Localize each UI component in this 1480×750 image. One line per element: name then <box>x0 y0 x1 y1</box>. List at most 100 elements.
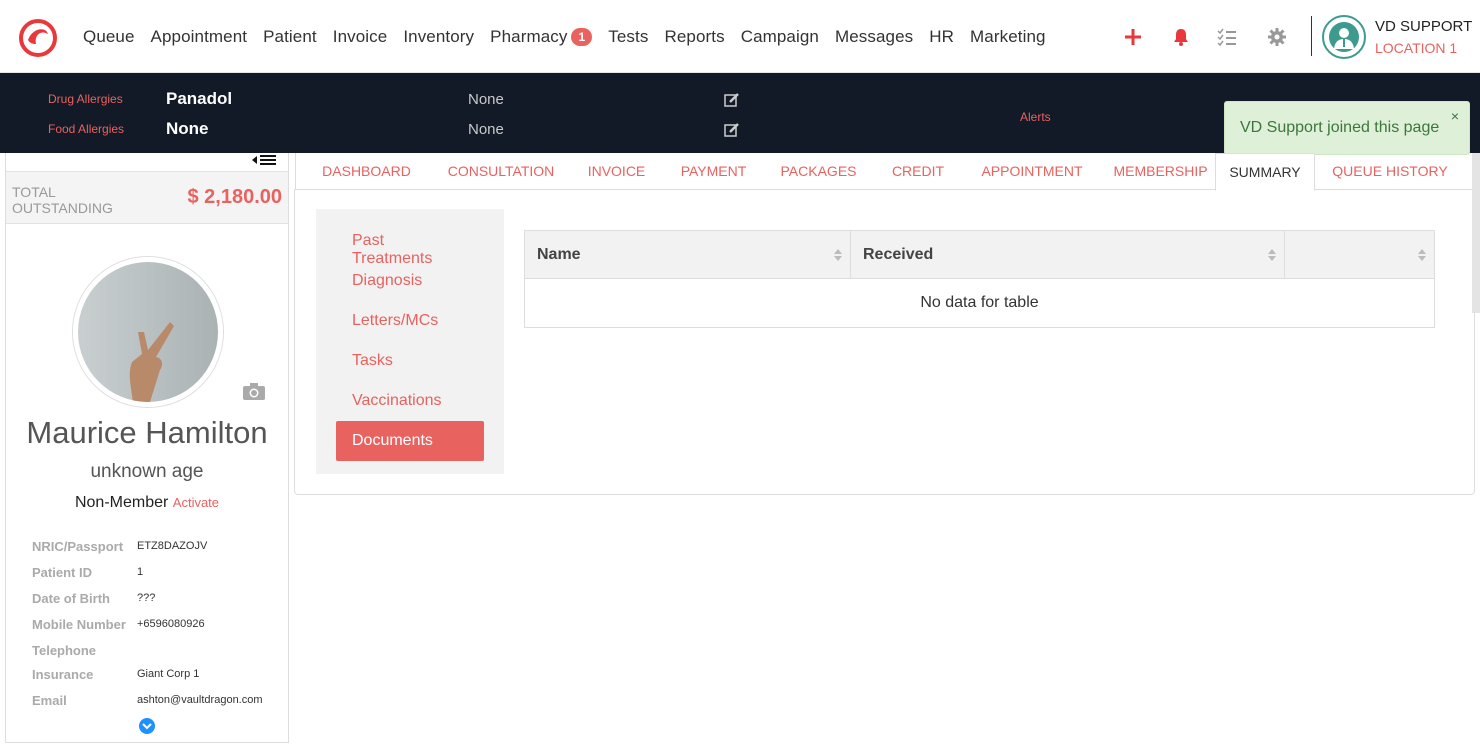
documents-table: Name Received No data for table <box>524 230 1435 328</box>
drug-allergies-label: Drug Allergies <box>48 92 123 106</box>
edit-icon[interactable] <box>724 92 740 108</box>
tab-membership[interactable]: MEMBERSHIP <box>1106 153 1215 190</box>
nav-pharmacy[interactable]: Pharmacy 1 <box>482 27 600 47</box>
doctor-icon <box>1329 22 1359 52</box>
patient-tabs: DASHBOARD CONSULTATION INVOICE PAYMENT PACKA… <box>295 153 1475 191</box>
column-header-received[interactable]: Received <box>851 231 1285 279</box>
nav-tests[interactable]: Tests <box>600 27 656 47</box>
camera-icon[interactable] <box>242 381 266 401</box>
food-allergies-note: None <box>468 121 504 138</box>
user-location[interactable]: LOCATION 1 <box>1375 40 1457 56</box>
tab-payment[interactable]: PAYMENT <box>668 153 759 190</box>
info-row: Telephone <box>32 643 282 667</box>
summary-subnav: Past Treatments Diagnosis Letters/MCs Tasks… <box>316 209 504 474</box>
alerts-label: Alerts <box>1020 110 1051 124</box>
info-row: Mobile Number +6596080926 <box>32 617 282 643</box>
info-label: Email <box>32 693 67 708</box>
logo-icon[interactable] <box>18 18 58 58</box>
collapse-sidebar-icon[interactable] <box>252 153 276 167</box>
tab-credit[interactable]: CREDIT <box>878 153 958 190</box>
top-navbar: Queue Appointment Patient Invoice Inventory P… <box>0 0 1480 73</box>
patient-age: unknown age <box>90 461 204 482</box>
user-avatar[interactable] <box>1322 15 1366 59</box>
info-label: Mobile Number <box>32 617 126 632</box>
food-allergies-label: Food Allergies <box>48 122 125 136</box>
activate-link[interactable]: Activate <box>173 495 219 510</box>
nav-patient[interactable]: Patient <box>255 27 325 47</box>
drug-allergies-note: None <box>468 91 504 108</box>
add-icon[interactable] <box>1122 26 1144 48</box>
info-label: NRIC/Passport <box>32 539 124 554</box>
gear-icon[interactable] <box>1266 26 1288 48</box>
patient-sidebar: TOTAL OUTSTANDING $ 2,180.00 Maurice Ham… <box>5 153 289 743</box>
outstanding-value: $ 2,180.00 <box>187 186 282 208</box>
empty-table-message: No data for table <box>920 294 1039 311</box>
subnav-documents[interactable]: Documents <box>336 421 484 461</box>
subnav-vaccinations[interactable]: Vaccinations <box>336 381 484 421</box>
drug-allergies-value: Panadol <box>166 89 233 108</box>
food-allergies-value: None <box>166 119 209 138</box>
info-label: Date of Birth <box>32 591 110 606</box>
tab-appointment[interactable]: APPOINTMENT <box>958 153 1106 190</box>
sort-icon[interactable] <box>1418 249 1426 261</box>
column-header-actions[interactable] <box>1285 231 1434 279</box>
nav-invoice[interactable]: Invoice <box>325 27 396 47</box>
nav-inventory[interactable]: Inventory <box>395 27 482 47</box>
info-row: Date of Birth??? <box>32 591 282 617</box>
close-icon[interactable]: × <box>1451 108 1459 124</box>
membership-label: Non-Member <box>74 494 169 511</box>
summary-panel: Past Treatments Diagnosis Letters/MCs Tasks… <box>294 189 1475 495</box>
subnav-letters-mcs[interactable]: Letters/MCs <box>336 301 484 341</box>
subnav-past-treatments[interactable]: Past Treatments <box>336 221 484 267</box>
subnav-diagnosis[interactable]: Diagnosis <box>336 261 484 301</box>
tab-summary[interactable]: SUMMARY <box>1215 153 1315 191</box>
tab-queue-history[interactable]: QUEUE HISTORY <box>1315 153 1465 190</box>
info-value: ETZ8DAZOJV <box>137 540 208 552</box>
nav-marketing[interactable]: Marketing <box>962 27 1054 47</box>
tab-invoice[interactable]: INVOICE <box>565 153 668 190</box>
tab-packages[interactable]: PACKAGES <box>759 153 878 190</box>
bell-icon[interactable] <box>1170 26 1192 48</box>
notification-toast: VD Support joined this page × <box>1224 101 1470 155</box>
info-value: 1 <box>137 566 144 578</box>
info-row: NRIC/Passport ETZ8DAZOJV <box>32 539 282 565</box>
sort-icon[interactable] <box>834 249 842 261</box>
patient-name: Maurice Hamilton <box>26 415 268 450</box>
info-label: Patient ID <box>32 565 92 580</box>
scrollbar[interactable] <box>1472 153 1480 313</box>
column-header-name[interactable]: Name <box>525 231 851 279</box>
info-value: ashton@vaultdragon.com <box>137 694 263 706</box>
patient-info-list: NRIC/Passport ETZ8DAZOJV Patient ID 1 Date o… <box>32 539 282 719</box>
info-value: +6596080926 <box>137 618 205 630</box>
total-outstanding: TOTAL OUTSTANDING $ 2,180.00 <box>6 171 288 224</box>
nav-messages[interactable]: Messages <box>827 27 921 47</box>
expand-more-icon[interactable] <box>139 718 155 734</box>
tab-consultation[interactable]: CONSULTATION <box>437 153 565 190</box>
nav-appointment[interactable]: Appointment <box>143 27 256 47</box>
info-value: ??? <box>137 592 156 604</box>
main-nav: Queue Appointment Patient Invoice Inventory P… <box>75 0 1054 73</box>
toast-message: VD Support joined this page <box>1240 119 1440 136</box>
info-row: Email ashton@vaultdragon.com <box>32 693 282 719</box>
subnav-tasks[interactable]: Tasks <box>336 341 484 381</box>
info-row: Patient ID 1 <box>32 565 282 591</box>
nav-queue[interactable]: Queue <box>75 27 143 47</box>
edit-icon[interactable] <box>724 122 740 138</box>
nav-reports[interactable]: Reports <box>656 27 732 47</box>
info-value: Giant Corp 1 <box>137 668 200 680</box>
table-header: Name Received <box>525 231 1434 279</box>
nav-hr[interactable]: HR <box>921 27 962 47</box>
sort-icon[interactable] <box>1268 249 1276 261</box>
tab-dashboard[interactable]: DASHBOARD <box>296 153 437 190</box>
user-name[interactable]: VD SUPPORT <box>1375 18 1472 35</box>
info-label: Insurance <box>32 667 94 682</box>
membership-status: Non-Member Activate <box>6 494 288 512</box>
patient-photo[interactable] <box>73 257 223 407</box>
outstanding-label: TOTAL OUTSTANDING <box>12 184 113 216</box>
checklist-icon[interactable] <box>1216 26 1238 48</box>
divider <box>1311 16 1312 56</box>
nav-campaign[interactable]: Campaign <box>733 27 827 47</box>
info-label: Telephone <box>32 643 97 658</box>
info-row: Insurance Giant Corp 1 <box>32 667 282 693</box>
pharmacy-badge: 1 <box>571 27 593 46</box>
